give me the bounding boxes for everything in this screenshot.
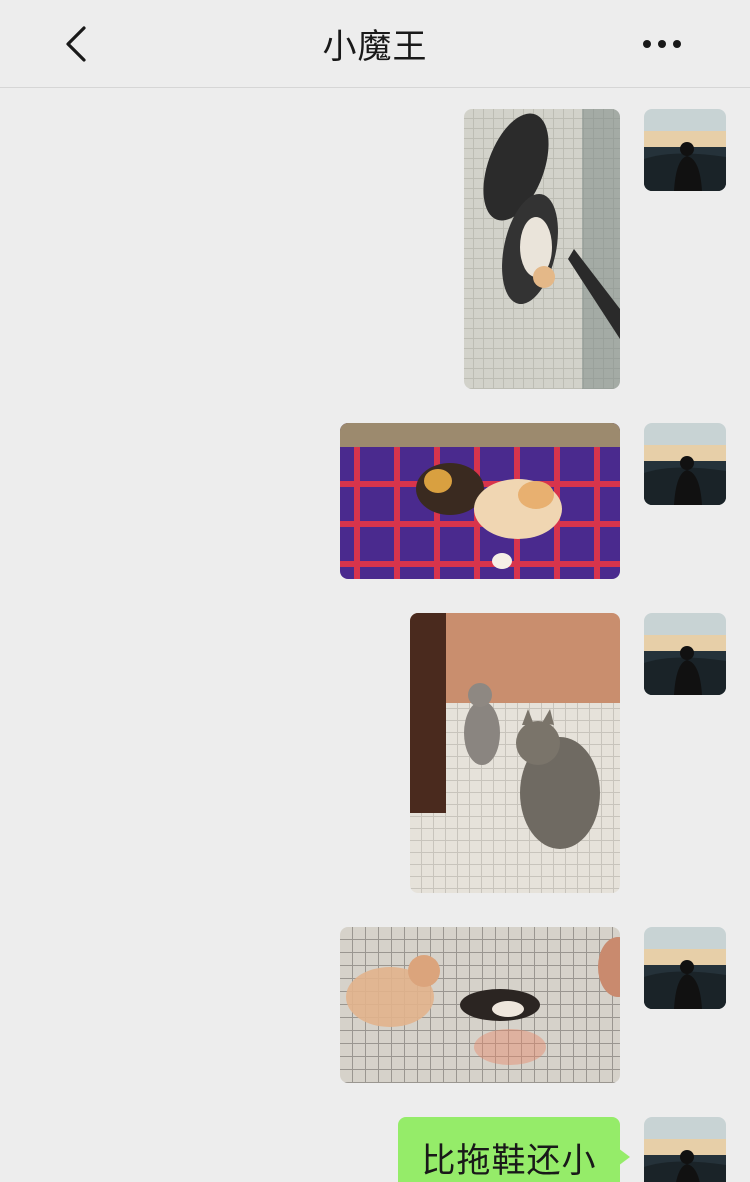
ellipsis-icon <box>643 40 651 48</box>
image-message-cats-floor[interactable] <box>410 613 620 893</box>
ellipsis-dot <box>658 40 666 48</box>
avatar[interactable] <box>644 423 726 505</box>
chat-screen: 小魔王 比拖鞋还小 <box>0 0 750 1182</box>
chat-header: 小魔王 <box>0 0 750 88</box>
avatar[interactable] <box>644 927 726 1009</box>
image-message-kitten-slippers[interactable] <box>464 109 620 389</box>
image-message-kittens-blanket[interactable] <box>340 423 620 579</box>
bubble-tail <box>618 1148 630 1166</box>
chevron-left-icon <box>66 26 86 62</box>
ellipsis-dot <box>673 40 681 48</box>
avatar[interactable] <box>644 1117 726 1182</box>
chat-title: 小魔王 <box>322 27 428 67</box>
avatar[interactable] <box>644 109 726 191</box>
more-options-button[interactable] <box>634 24 690 64</box>
text-message-bubble[interactable]: 比拖鞋还小 <box>398 1117 620 1182</box>
text-message-content: 比拖鞋还小 <box>421 1140 597 1181</box>
back-button[interactable] <box>56 22 96 66</box>
image-message-kittens-playing[interactable] <box>340 927 620 1083</box>
avatar[interactable] <box>644 613 726 695</box>
